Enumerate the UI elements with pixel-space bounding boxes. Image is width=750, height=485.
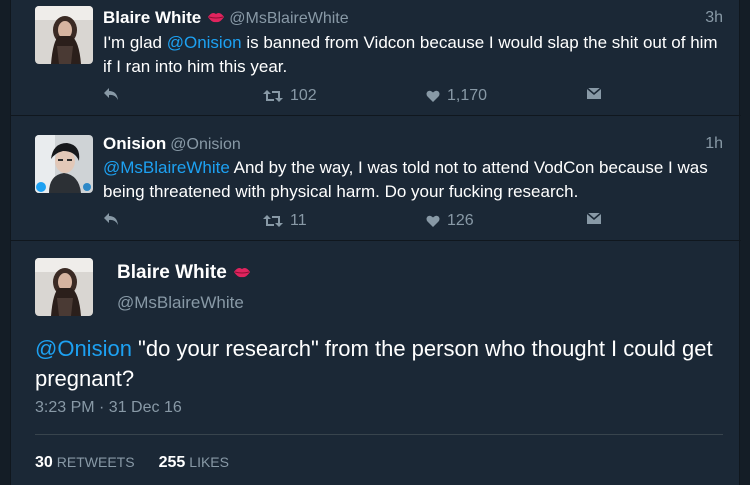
likes-count: 255 (158, 454, 186, 471)
divider (35, 434, 723, 435)
tweet-time[interactable]: 3h (705, 9, 723, 27)
like-button[interactable]: 1,170 (426, 87, 487, 105)
tweet-time[interactable]: 1h (705, 135, 723, 153)
heart-icon (426, 215, 447, 228)
likes-stat[interactable]: 255 LIKES (159, 454, 229, 472)
mention-link[interactable]: @Onision (167, 33, 242, 52)
reply-icon (103, 87, 126, 101)
direct-message-icon (586, 87, 609, 100)
username[interactable]: @Onision (170, 136, 241, 153)
author-block: Blaire White @MsBlaireWhite (117, 262, 251, 313)
like-count: 1,170 (447, 87, 488, 104)
tweet-actions: 11 126 (103, 212, 603, 232)
username[interactable]: @MsBlaireWhite (117, 293, 251, 313)
heart-icon (426, 90, 447, 103)
reply-icon (103, 212, 126, 226)
retweets-label: RETWEETS (56, 454, 135, 470)
lips-emoji-icon (233, 265, 251, 283)
text-segment: I'm glad (103, 33, 167, 52)
focused-tweet: Blaire White @MsBlaireWhite @Onision "do… (11, 242, 741, 485)
display-name[interactable]: Blaire White (103, 8, 201, 27)
retweet-icon (263, 89, 290, 103)
retweet-icon (263, 214, 290, 228)
tweet-actions: 102 1,170 (103, 87, 603, 107)
text-segment: "do your research" from the person who t… (35, 336, 713, 391)
mention-link[interactable]: @MsBlaireWhite (103, 158, 230, 177)
tweet-stats: 30 RETWEETS 255 LIKES (35, 454, 229, 472)
retweet-count: 11 (290, 212, 307, 229)
likes-label: LIKES (189, 454, 229, 470)
retweets-stat[interactable]: 30 RETWEETS (35, 454, 135, 472)
avatar-onision[interactable] (35, 135, 93, 193)
tweet[interactable]: Blaire White @MsBlaireWhite 3h I'm glad @… (11, 0, 741, 116)
tweet-text: I'm glad @Onision is banned from Vidcon … (103, 31, 723, 79)
tweet[interactable]: Onision @Onision 1h @MsBlaireWhite And by… (11, 117, 741, 241)
like-count: 126 (447, 212, 474, 229)
retweet-count: 102 (290, 87, 317, 104)
tweet-text: @MsBlaireWhite And by the way, I was tol… (103, 156, 723, 204)
reply-button[interactable] (103, 87, 126, 101)
direct-message-icon (586, 212, 609, 225)
tweet-timestamp[interactable]: 3:23 PM · 31 Dec 16 (35, 399, 182, 417)
avatar-blaire[interactable] (35, 258, 93, 316)
avatar-blaire[interactable] (35, 6, 93, 64)
direct-message-button[interactable] (586, 212, 609, 225)
tweet-header: Blaire White @MsBlaireWhite (103, 8, 349, 28)
tweet-header: Onision @Onision (103, 134, 241, 154)
retweet-button[interactable]: 102 (263, 87, 317, 105)
reply-button[interactable] (103, 212, 126, 226)
retweets-count: 30 (35, 454, 53, 471)
like-button[interactable]: 126 (426, 212, 474, 230)
display-name[interactable]: Blaire White (117, 262, 227, 283)
username[interactable]: @MsBlaireWhite (229, 10, 348, 27)
display-name[interactable]: Onision (103, 134, 166, 153)
direct-message-button[interactable] (586, 87, 609, 100)
mention-link[interactable]: @Onision (35, 336, 132, 361)
lips-emoji-icon (207, 10, 225, 28)
timeline: Blaire White @MsBlaireWhite 3h I'm glad @… (10, 0, 741, 485)
retweet-button[interactable]: 11 (263, 212, 307, 230)
tweet-text: @Onision "do your research" from the per… (35, 334, 715, 394)
